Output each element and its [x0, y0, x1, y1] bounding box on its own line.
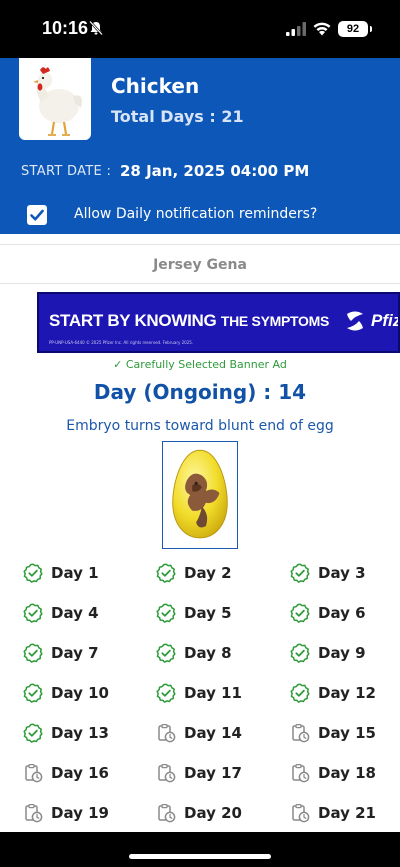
content-area: Jersey Gena START BY KNOWING THE SYMPTOM… — [0, 234, 400, 832]
clipboard-clock-icon — [25, 763, 43, 783]
day-item[interactable]: Day 15 — [290, 720, 376, 746]
day-label: Day 9 — [318, 644, 366, 662]
check-badge-icon — [290, 683, 310, 703]
clipboard-clock-icon — [292, 803, 310, 823]
check-badge-icon — [156, 643, 176, 663]
day-label: Day 13 — [51, 724, 109, 742]
total-days: Total Days : 21 — [111, 107, 244, 126]
day-item[interactable]: Day 14 — [156, 720, 242, 746]
day-item[interactable]: Day 16 — [23, 760, 109, 786]
day-label: Day 6 — [318, 604, 366, 622]
egg-embryo-image[interactable] — [162, 441, 238, 549]
clipboard-clock-icon — [25, 803, 43, 823]
home-bar — [0, 832, 400, 867]
day-label: Day 8 — [184, 644, 232, 662]
day-label: Day 4 — [51, 604, 99, 622]
clipboard-clock-icon — [292, 763, 310, 783]
day-label: Day 11 — [184, 684, 242, 702]
day-item[interactable]: Day 21 — [290, 800, 376, 826]
check-badge-icon — [290, 643, 310, 663]
day-label: Day 17 — [184, 764, 242, 782]
check-badge-icon — [23, 603, 43, 623]
day-label: Day 1 — [51, 564, 99, 582]
banner-brand: Pfiz — [371, 311, 400, 330]
day-label: Day 20 — [184, 804, 242, 822]
clipboard-clock-icon — [158, 763, 176, 783]
day-label: Day 18 — [318, 764, 376, 782]
check-badge-icon — [156, 683, 176, 703]
brand-logo-icon — [347, 311, 363, 331]
day-item[interactable]: Day 17 — [156, 760, 242, 786]
day-label: Day 15 — [318, 724, 376, 742]
banner-fine-print: PP-UNP-USA-6440 © 2025 Pfizer Inc. All r… — [49, 340, 194, 345]
bell-muted-icon — [89, 20, 103, 36]
check-badge-icon — [23, 643, 43, 663]
notification-checkbox[interactable] — [27, 205, 47, 225]
bird-name: Chicken — [111, 74, 200, 98]
cell-signal-icon — [286, 22, 306, 36]
start-date-value[interactable]: 28 Jan, 2025 04:00 PM — [120, 162, 309, 180]
check-badge-icon — [23, 683, 43, 703]
day-label: Day 10 — [51, 684, 109, 702]
day-item[interactable]: Day 7 — [23, 640, 99, 666]
hatch-header: Chicken Total Days : 21 START DATE : 28 … — [0, 58, 400, 234]
day-item[interactable]: Day 8 — [156, 640, 232, 666]
day-item[interactable]: Day 12 — [290, 680, 376, 706]
day-item[interactable]: Day 20 — [156, 800, 242, 826]
chicken-image — [19, 58, 91, 140]
day-item[interactable]: Day 2 — [156, 560, 232, 586]
check-badge-icon — [23, 723, 43, 743]
day-label: Day 19 — [51, 804, 109, 822]
check-badge-icon — [23, 563, 43, 583]
day-item[interactable]: Day 11 — [156, 680, 242, 706]
clipboard-clock-icon — [292, 723, 310, 743]
day-label: Day 12 — [318, 684, 376, 702]
day-label: Day 16 — [51, 764, 109, 782]
banner-headline: START BY KNOWING THE SYMPTOMS — [49, 311, 329, 331]
clipboard-clock-icon — [158, 803, 176, 823]
start-date-label: START DATE : — [21, 164, 112, 179]
clipboard-clock-icon — [158, 723, 176, 743]
check-badge-icon — [156, 563, 176, 583]
day-label: Day 3 — [318, 564, 366, 582]
day-item[interactable]: Day 6 — [290, 600, 366, 626]
banner-headline-rest: THE SYMPTOMS — [220, 313, 329, 329]
wifi-icon — [313, 22, 331, 36]
checkmark-icon — [30, 209, 44, 221]
day-label: Day 5 — [184, 604, 232, 622]
banner-ad[interactable]: START BY KNOWING THE SYMPTOMS PP-UNP-USA… — [37, 292, 400, 353]
day-item[interactable]: Day 4 — [23, 600, 99, 626]
day-item[interactable]: Day 5 — [156, 600, 232, 626]
day-item[interactable]: Day 3 — [290, 560, 366, 586]
check-badge-icon — [290, 603, 310, 623]
home-indicator[interactable] — [129, 854, 271, 859]
check-badge-icon — [156, 603, 176, 623]
banner-headline-bold: START BY KNOWING — [49, 311, 217, 330]
day-item[interactable]: Day 13 — [23, 720, 109, 746]
current-day-description: Embryo turns toward blunt end of egg — [66, 418, 334, 434]
current-day-title: Day (Ongoing) : 14 — [93, 380, 307, 404]
notification-label[interactable]: Allow Daily notification reminders? — [74, 206, 317, 222]
day-label: Day 2 — [184, 564, 232, 582]
day-label: Day 14 — [184, 724, 242, 742]
battery-indicator: 92 — [338, 21, 372, 37]
day-item[interactable]: Day 1 — [23, 560, 99, 586]
day-item[interactable]: Day 19 — [23, 800, 109, 826]
day-label: Day 21 — [318, 804, 376, 822]
ad-caption: ✓ Carefully Selected Banner Ad — [113, 358, 287, 371]
day-item[interactable]: Day 18 — [290, 760, 376, 786]
day-item[interactable]: Day 9 — [290, 640, 366, 666]
day-label: Day 7 — [51, 644, 99, 662]
status-bar: 10:16 92 — [0, 0, 400, 58]
day-item[interactable]: Day 10 — [23, 680, 109, 706]
breed-name[interactable]: Jersey Gena — [0, 244, 400, 284]
status-time: 10:16 — [42, 18, 89, 38]
check-badge-icon — [290, 563, 310, 583]
